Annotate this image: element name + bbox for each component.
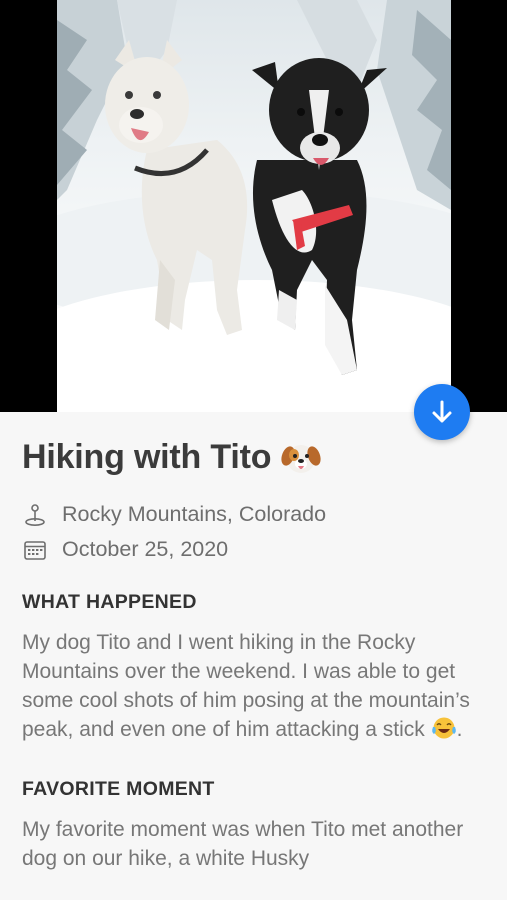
what-happened-body: My dog Tito and I went hiking in the Roc…: [22, 628, 484, 744]
calendar-icon: [22, 537, 48, 563]
snow-dogs-illustration: [57, 0, 451, 412]
dog-face-emoji: [281, 444, 321, 473]
carousel-dot[interactable]: [232, 376, 239, 383]
location-row: Rocky Mountains, Colorado: [22, 497, 484, 532]
download-button[interactable]: [414, 384, 470, 440]
post-meta: Rocky Mountains, Colorado October 25, 20…: [22, 497, 484, 567]
what-happened-trailing: .: [456, 718, 463, 741]
carousel-indicator[interactable]: [0, 376, 507, 383]
what-happened-heading: WHAT HAPPENED: [22, 591, 197, 613]
dogs-photo[interactable]: [57, 0, 451, 412]
post-content: Hiking with Tito Rocky Mountains, Colora…: [22, 438, 484, 873]
favorite-moment-heading: FAVORITE MOMENT: [22, 778, 215, 800]
arrow-down-icon: [432, 400, 452, 423]
tears-of-joy-emoji: [431, 717, 456, 739]
date-row: October 25, 2020: [22, 532, 484, 567]
post-title-text: Hiking with Tito: [22, 438, 272, 476]
date-text: October 25, 2020: [62, 537, 229, 561]
post-title: Hiking with Tito: [22, 438, 484, 477]
what-happened-text: My dog Tito and I went hiking in the Roc…: [22, 631, 470, 741]
carousel-dot[interactable]: [250, 376, 257, 383]
favorite-moment-body: My favorite moment was when Tito met ano…: [22, 818, 464, 870]
hero-photo-area[interactable]: [0, 0, 507, 412]
carousel-dot-active[interactable]: [268, 376, 275, 383]
location-text: Rocky Mountains, Colorado: [62, 502, 327, 526]
location-pin-icon: [22, 502, 48, 528]
